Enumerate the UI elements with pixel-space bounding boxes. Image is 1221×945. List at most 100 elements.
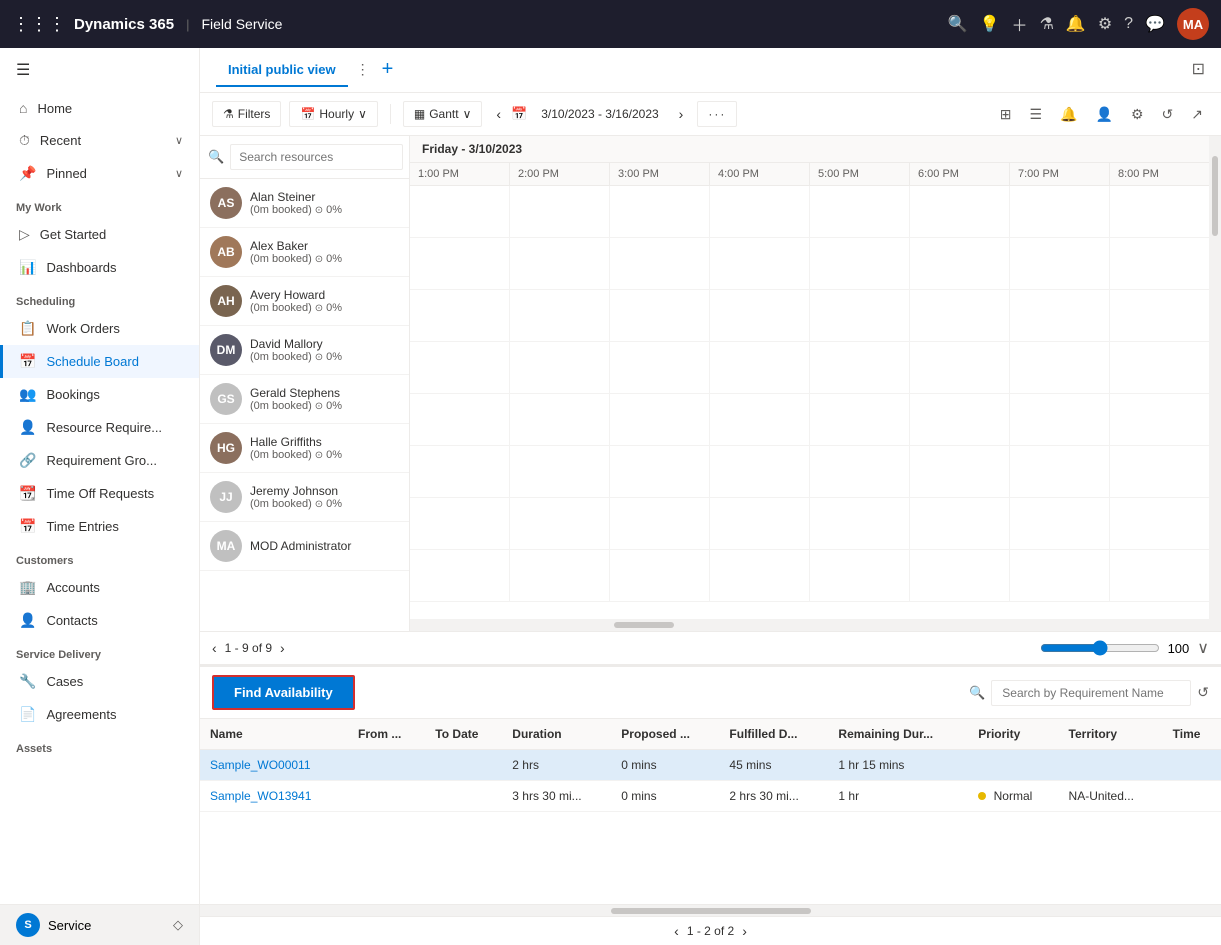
sidebar-item-schedule-board[interactable]: 📅 Schedule Board: [0, 345, 199, 378]
gantt-cell: [810, 498, 910, 549]
sidebar-item-resource-require[interactable]: 👤 Resource Require...: [0, 411, 199, 444]
gantt-view-button[interactable]: ▦ Gantt ∨: [403, 101, 483, 127]
sidebar-item-time-off[interactable]: 📆 Time Off Requests: [0, 477, 199, 510]
resource-row[interactable]: GS Gerald Stephens (0m booked) ⊙ 0%: [200, 375, 409, 424]
resource-row[interactable]: DM David Mallory (0m booked) ⊙ 0%: [200, 326, 409, 375]
view-tabs: Initial public view ⋮ + ⊡: [216, 48, 1205, 92]
notification-icon[interactable]: 🔔: [1066, 14, 1086, 34]
prev-date-button[interactable]: ‹: [490, 102, 507, 126]
sidebar-item-recent[interactable]: ⏱ Recent ∨: [0, 124, 199, 157]
hourly-view-button[interactable]: 📅 Hourly ∨: [289, 101, 377, 127]
prev-page-button[interactable]: ‹: [212, 640, 217, 656]
gantt-cell: [710, 498, 810, 549]
plus-icon[interactable]: ＋: [1012, 12, 1028, 36]
requirements-section: Find Availability 🔍 ↺ Name From ...: [200, 665, 1221, 945]
bottom-service-item[interactable]: S Service ◇: [0, 904, 199, 945]
more-options-button[interactable]: ···: [697, 101, 737, 127]
sidebar-item-get-started[interactable]: ▷ Get Started: [0, 218, 199, 251]
resource-list: AS Alan Steiner (0m booked) ⊙ 0%: [200, 179, 409, 631]
sidebar-item-accounts[interactable]: 🏢 Accounts: [0, 571, 199, 604]
zoom-slider[interactable]: [1040, 640, 1160, 656]
resource-row[interactable]: AS Alan Steiner (0m booked) ⊙ 0%: [200, 179, 409, 228]
sidebar-item-dashboards[interactable]: 📊 Dashboards: [0, 251, 199, 284]
req-next-page-button[interactable]: ›: [742, 923, 747, 939]
req-name-cell[interactable]: Sample_WO00011: [200, 750, 348, 781]
help-icon[interactable]: ?: [1124, 15, 1133, 33]
chevron-down-icon: ∨: [175, 134, 183, 147]
vertical-scrollbar[interactable]: [1209, 136, 1221, 631]
bottom-chevron-icon: ◇: [173, 917, 183, 933]
filter-icon[interactable]: ⚗: [1040, 14, 1054, 34]
sidebar-item-agreements[interactable]: 📄 Agreements: [0, 698, 199, 731]
sidebar-item-cases[interactable]: 🔧 Cases: [0, 665, 199, 698]
resource-row[interactable]: MA MOD Administrator: [200, 522, 409, 571]
alert-icon[interactable]: 🔔: [1054, 102, 1083, 127]
sidebar-label-get-started: Get Started: [40, 227, 106, 242]
req-name-cell[interactable]: Sample_WO13941: [200, 781, 348, 812]
fullscreen-icon[interactable]: ⊡: [1192, 59, 1205, 79]
table-row[interactable]: Sample_WO00011 2 hrs 0 mins 45 mins 1 hr…: [200, 750, 1221, 781]
waffle-icon[interactable]: ⋮⋮⋮: [12, 14, 66, 35]
sidebar-item-time-entries[interactable]: 📅 Time Entries: [0, 510, 199, 543]
collapse-button[interactable]: ∨: [1197, 638, 1209, 658]
refresh-icon[interactable]: ↺: [1156, 102, 1180, 127]
col-fulfilled: Fulfilled D...: [719, 719, 828, 750]
gear-icon[interactable]: ⚙: [1125, 102, 1150, 127]
resource-info: Halle Griffiths (0m booked) ⊙ 0%: [250, 435, 342, 461]
find-availability-button[interactable]: Find Availability: [212, 675, 355, 710]
gantt-pagination: ‹ 1 - 9 of 9 ›: [212, 640, 285, 656]
resource-row[interactable]: HG Halle Griffiths (0m booked) ⊙ 0%: [200, 424, 409, 473]
resource-row[interactable]: AB Alex Baker (0m booked) ⊙ 0%: [200, 228, 409, 277]
resource-row[interactable]: AH Avery Howard (0m booked) ⊙ 0%: [200, 277, 409, 326]
sidebar-item-requirement-gro[interactable]: 🔗 Requirement Gro...: [0, 444, 199, 477]
person-add-icon[interactable]: 👤: [1090, 102, 1119, 127]
req-to-date-cell: [425, 750, 502, 781]
add-view-icon[interactable]: +: [382, 58, 394, 81]
gantt-cell: [510, 498, 610, 549]
sidebar-item-home[interactable]: ⌂ Home: [0, 92, 199, 124]
table-row[interactable]: Sample_WO13941 3 hrs 30 mi... 0 mins 2 h…: [200, 781, 1221, 812]
board-settings-icon[interactable]: ⊞: [994, 102, 1018, 127]
sidebar-item-bookings[interactable]: 👥 Bookings: [0, 378, 199, 411]
chevron-down-icon: ∨: [358, 107, 367, 121]
sidebar-item-work-orders[interactable]: 📋 Work Orders: [0, 312, 199, 345]
sidebar-label-work-orders: Work Orders: [46, 321, 119, 336]
search-icon[interactable]: 🔍: [948, 14, 968, 34]
gantt-cell: [1010, 498, 1110, 549]
req-prev-page-button[interactable]: ‹: [674, 923, 679, 939]
search-resources-input[interactable]: [230, 144, 403, 170]
gantt-scrollbar[interactable]: [410, 619, 1209, 631]
gantt-cell: [810, 238, 910, 289]
filters-button[interactable]: ⚗ Filters: [212, 101, 281, 127]
settings-icon[interactable]: ⚙: [1098, 14, 1112, 34]
time-cell-2: 2:00 PM: [510, 163, 610, 185]
expand-icon[interactable]: ↗: [1185, 102, 1209, 127]
refresh-requirements-button[interactable]: ↺: [1197, 684, 1209, 701]
lightbulb-icon[interactable]: 💡: [980, 14, 1000, 34]
sidebar-item-pinned[interactable]: 📌 Pinned ∨: [0, 157, 199, 190]
user-avatar[interactable]: MA: [1177, 8, 1209, 40]
req-from-cell: [348, 750, 425, 781]
toolbar-area: ⚗ Filters 📅 Hourly ∨ ▦ Gantt ∨ ‹ 📅: [200, 93, 1221, 136]
req-remaining-cell: 1 hr 15 mins: [828, 750, 968, 781]
list-view-icon[interactable]: ☰: [1024, 102, 1049, 127]
chat-icon[interactable]: 💬: [1145, 14, 1165, 34]
sidebar-item-contacts[interactable]: 👤 Contacts: [0, 604, 199, 637]
next-date-button[interactable]: ›: [673, 102, 690, 126]
gantt-cell: [1010, 290, 1110, 341]
gantt-cell: [610, 498, 710, 549]
schedule-board: 🔍 ⇅ AS Alan Steiner (0m booked) ⊙: [200, 136, 1221, 945]
gantt-cell: [910, 446, 1010, 497]
sidebar-label-accounts: Accounts: [46, 580, 99, 595]
requirement-search-input[interactable]: [991, 680, 1191, 706]
view-options-icon[interactable]: ⋮: [356, 61, 370, 78]
view-tab-initial[interactable]: Initial public view: [216, 54, 348, 87]
zoom-control: 100 ∨: [1040, 638, 1209, 658]
req-duration-cell: 3 hrs 30 mi...: [502, 781, 611, 812]
sidebar-toggle[interactable]: ☰: [0, 48, 199, 92]
resource-row[interactable]: JJ Jeremy Johnson (0m booked) ⊙ 0%: [200, 473, 409, 522]
requirements-scrollbar[interactable]: [200, 904, 1221, 916]
next-page-button[interactable]: ›: [280, 640, 285, 656]
gantt-cell: [410, 550, 510, 601]
gantt-cell: [910, 238, 1010, 289]
